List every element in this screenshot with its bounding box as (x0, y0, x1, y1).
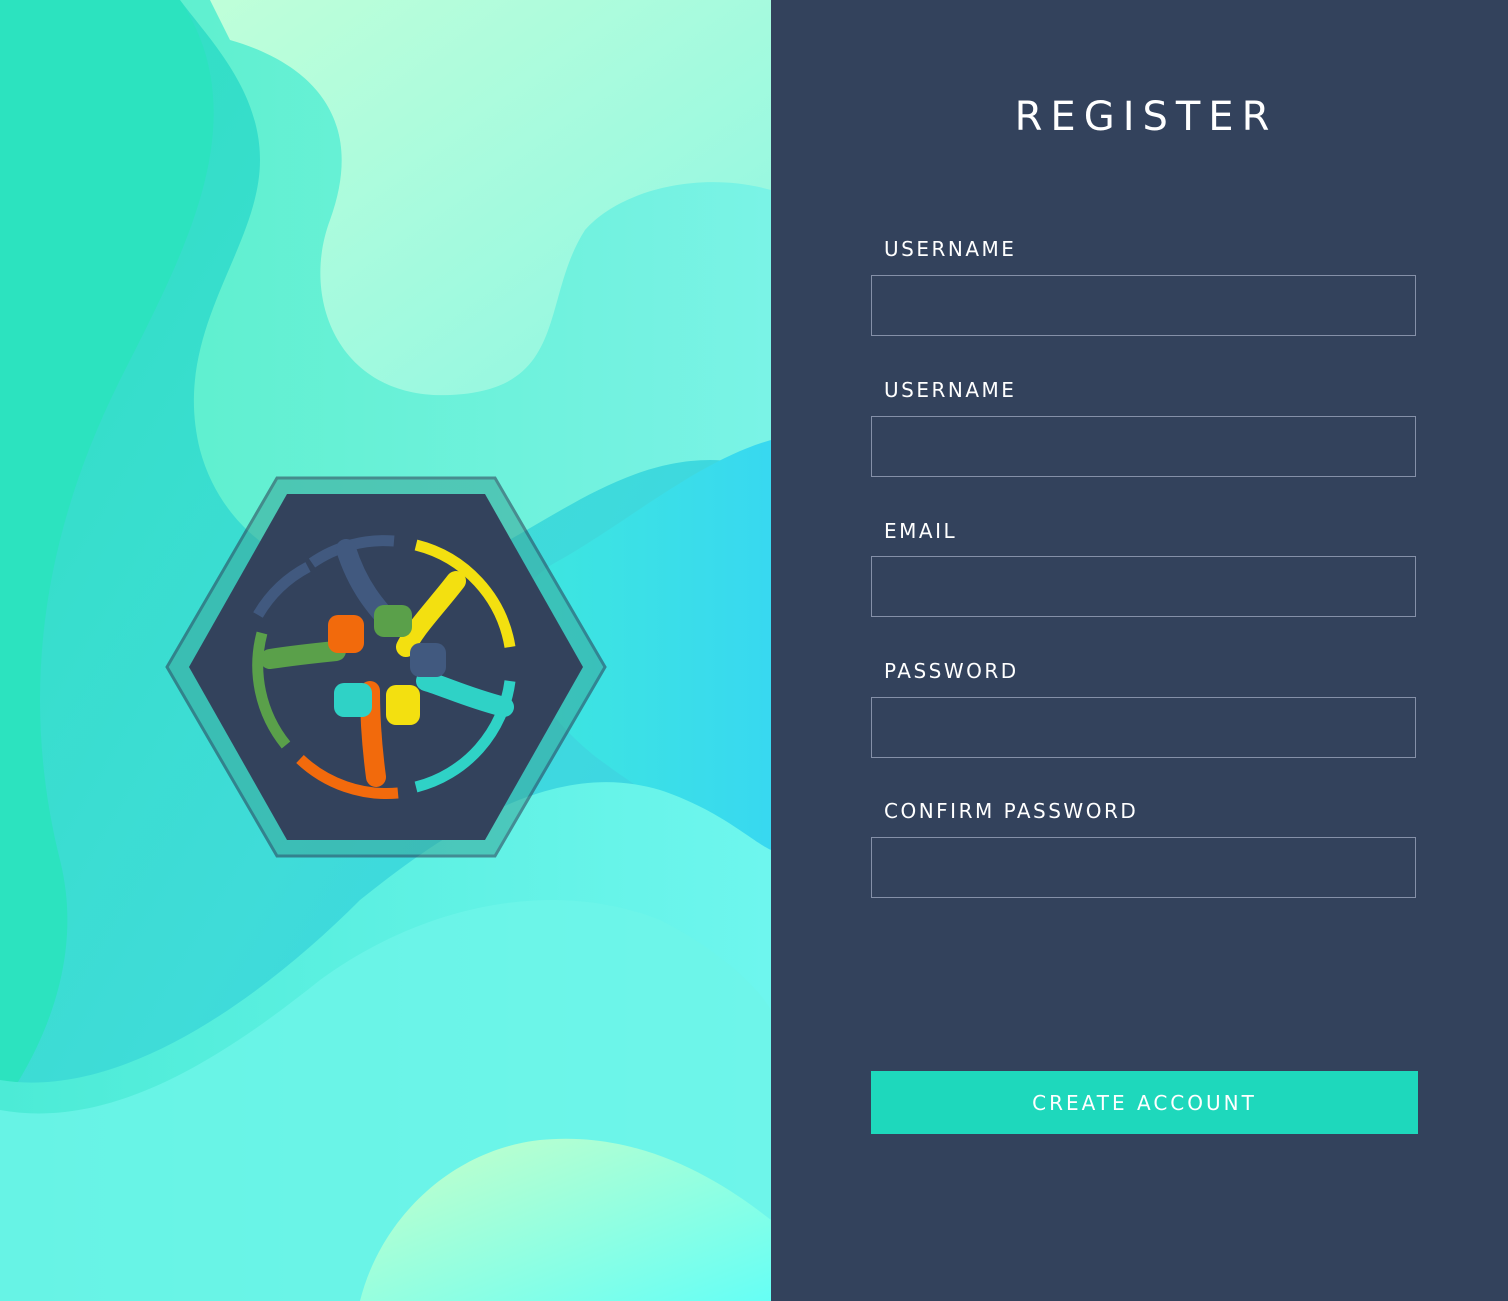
email-label: EMAIL (884, 519, 958, 543)
password-input[interactable] (871, 697, 1416, 758)
username-label: USERNAME (884, 237, 1017, 261)
confirm-password-label: CONFIRM PASSWORD (884, 799, 1139, 823)
register-form-panel: REGISTER USERNAME USERNAME EMAIL PASSWOR… (771, 0, 1508, 1301)
decorative-background-panel (0, 0, 771, 1301)
create-account-button[interactable]: CREATE ACCOUNT (871, 1071, 1418, 1134)
username-input-2[interactable] (871, 416, 1416, 477)
page-title: REGISTER (1014, 94, 1278, 140)
username-label-2: USERNAME (884, 378, 1017, 402)
password-label: PASSWORD (884, 659, 1019, 683)
username-input[interactable] (871, 275, 1416, 336)
logo-badge (163, 474, 609, 860)
email-input[interactable] (871, 556, 1416, 617)
joined-hands-circle-icon (165, 476, 607, 858)
confirm-password-input[interactable] (871, 837, 1416, 898)
